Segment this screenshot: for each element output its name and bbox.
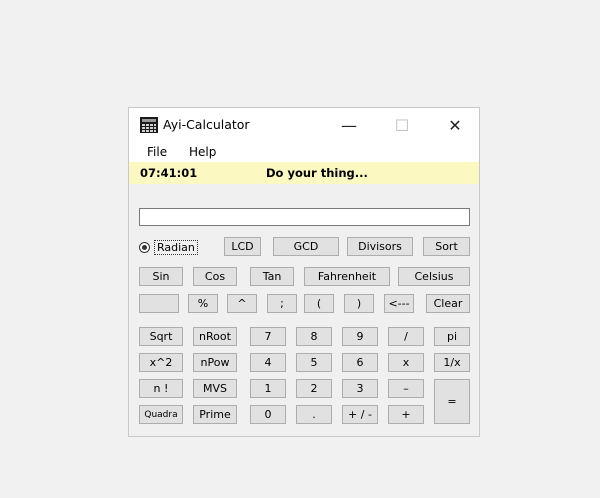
minimize-button[interactable]: —: [326, 108, 372, 142]
status-message: Do your thing...: [266, 166, 368, 180]
close-icon: ✕: [448, 115, 462, 135]
radian-label: Radian: [154, 239, 198, 255]
close-button[interactable]: ✕: [432, 108, 478, 142]
decimal-button[interactable]: .: [296, 405, 332, 424]
title-bar: Ayi-Calculator — ☐ ✕: [129, 108, 479, 142]
window-title: Ayi-Calculator: [163, 117, 250, 132]
sin-button[interactable]: Sin: [139, 267, 183, 286]
digit-4-button[interactable]: 4: [250, 353, 286, 372]
sort-button[interactable]: Sort: [423, 237, 470, 256]
clear-button[interactable]: Clear: [426, 294, 470, 313]
digit-0-button[interactable]: 0: [250, 405, 286, 424]
calculator-app-icon: [140, 117, 158, 133]
blank-button[interactable]: [139, 294, 179, 313]
display-input[interactable]: [139, 208, 470, 226]
digit-3-button[interactable]: 3: [342, 379, 378, 398]
menu-bar: File Help: [129, 142, 479, 162]
digit-7-button[interactable]: 7: [250, 327, 286, 346]
maximize-icon: ☐: [394, 115, 410, 135]
status-time: 07:41:01: [140, 166, 198, 180]
backspace-button[interactable]: <---: [384, 294, 414, 313]
reciprocal-button[interactable]: 1/x: [434, 353, 470, 372]
status-bar: 07:41:01 Do your thing...: [129, 162, 479, 184]
maximize-button[interactable]: ☐: [379, 108, 425, 142]
digit-1-button[interactable]: 1: [250, 379, 286, 398]
menu-help[interactable]: Help: [189, 145, 216, 159]
open-paren-button[interactable]: (: [304, 294, 334, 313]
multiply-button[interactable]: x: [388, 353, 424, 372]
radio-selected-dot: [142, 244, 147, 250]
percent-button[interactable]: %: [188, 294, 218, 313]
power-caret-button[interactable]: ^: [227, 294, 257, 313]
minus-button[interactable]: –: [388, 379, 424, 398]
cos-button[interactable]: Cos: [193, 267, 237, 286]
plus-minus-button[interactable]: + / -: [342, 405, 378, 424]
semicolon-button[interactable]: ;: [267, 294, 297, 313]
divide-button[interactable]: /: [388, 327, 424, 346]
npow-button[interactable]: nPow: [193, 353, 237, 372]
prime-button[interactable]: Prime: [193, 405, 237, 424]
lcd-button[interactable]: LCD: [224, 237, 261, 256]
digit-6-button[interactable]: 6: [342, 353, 378, 372]
celsius-button[interactable]: Celsius: [398, 267, 470, 286]
digit-2-button[interactable]: 2: [296, 379, 332, 398]
tan-button[interactable]: Tan: [250, 267, 294, 286]
menu-file[interactable]: File: [147, 145, 167, 159]
mvs-button[interactable]: MVS: [193, 379, 237, 398]
nroot-button[interactable]: nRoot: [193, 327, 237, 346]
digit-8-button[interactable]: 8: [296, 327, 332, 346]
fahrenheit-button[interactable]: Fahrenheit: [304, 267, 390, 286]
plus-button[interactable]: +: [388, 405, 424, 424]
calculator-window: Ayi-Calculator — ☐ ✕ File Help 07:41:01 …: [128, 107, 480, 437]
digit-9-button[interactable]: 9: [342, 327, 378, 346]
quadra-button[interactable]: Quadra: [139, 405, 183, 424]
pi-button[interactable]: pi: [434, 327, 470, 346]
equals-button[interactable]: =: [434, 379, 470, 424]
minimize-icon: —: [341, 115, 357, 135]
sqrt-button[interactable]: Sqrt: [139, 327, 183, 346]
factorial-button[interactable]: n !: [139, 379, 183, 398]
divisors-button[interactable]: Divisors: [347, 237, 413, 256]
gcd-button[interactable]: GCD: [273, 237, 339, 256]
radian-toggle[interactable]: Radian: [139, 238, 198, 256]
radio-icon: [139, 241, 150, 253]
digit-5-button[interactable]: 5: [296, 353, 332, 372]
close-paren-button[interactable]: ): [344, 294, 374, 313]
square-button[interactable]: x^2: [139, 353, 183, 372]
